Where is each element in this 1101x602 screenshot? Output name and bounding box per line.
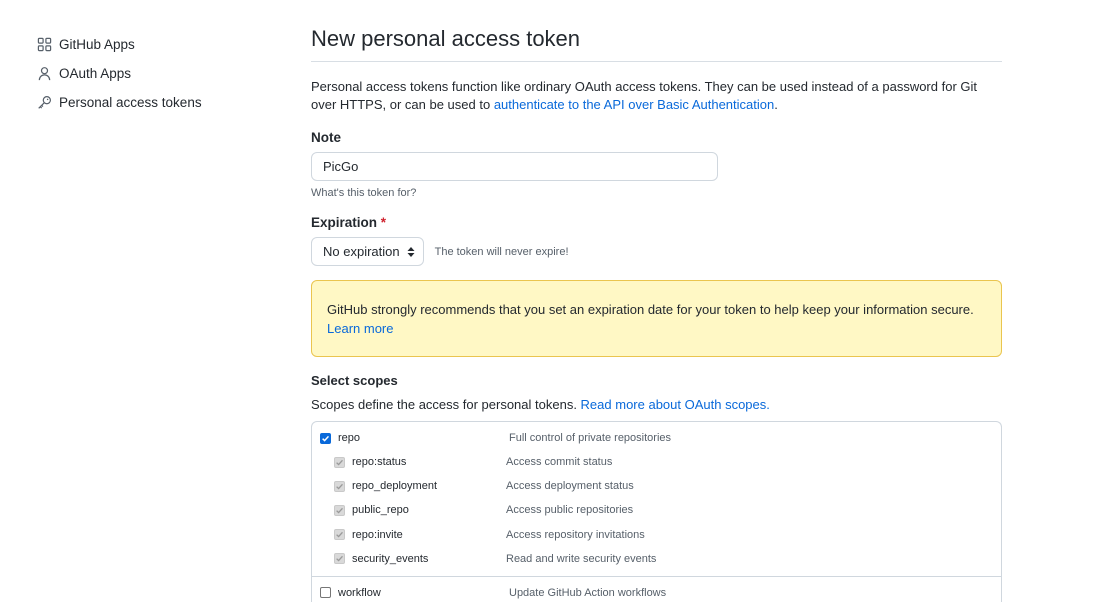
key-icon bbox=[36, 95, 52, 111]
scope-desc: Access repository invitations bbox=[506, 528, 645, 541]
scope-row-public-repo: public_repo Access public repositories bbox=[312, 498, 1001, 522]
scope-name: repo_deployment bbox=[352, 480, 438, 493]
expiration-warning-flash: GitHub strongly recommends that you set … bbox=[311, 280, 1002, 357]
scope-group-workflow: workflow Update GitHub Action workflows bbox=[312, 577, 1001, 602]
expiration-note: The token will never expire! bbox=[434, 245, 569, 258]
sidebar-item-label: Personal access tokens bbox=[59, 95, 202, 110]
scope-name: repo bbox=[338, 432, 361, 444]
scope-row-security-events: security_events Read and write security … bbox=[312, 547, 1001, 571]
expiration-select[interactable]: No expiration bbox=[311, 237, 424, 266]
scope-checkbox-workflow[interactable] bbox=[320, 587, 331, 599]
learn-more-link[interactable]: Learn more bbox=[327, 321, 393, 336]
scope-name: workflow bbox=[338, 586, 381, 599]
scope-desc: Access commit status bbox=[506, 456, 613, 469]
sidebar-item-personal-access-tokens[interactable]: Personal access tokens bbox=[36, 88, 256, 117]
required-mark: * bbox=[380, 215, 387, 230]
intro-end: . bbox=[774, 97, 778, 112]
expiration-label-text: Expiration bbox=[311, 215, 378, 230]
sidebar-item-label: GitHub Apps bbox=[59, 37, 135, 52]
apps-icon bbox=[36, 37, 52, 53]
scope-checkbox-repo-status[interactable] bbox=[334, 456, 345, 468]
basic-auth-link[interactable]: authenticate to the API over Basic Authe… bbox=[494, 97, 774, 112]
scope-checkbox-repo-invite[interactable] bbox=[334, 529, 345, 541]
scope-desc: Access deployment status bbox=[506, 480, 634, 493]
scope-desc: Access public repositories bbox=[506, 504, 634, 517]
oauth-scopes-link[interactable]: Read more about OAuth scopes. bbox=[581, 397, 770, 412]
scope-group-repo: repo Full control of private repositorie… bbox=[312, 422, 1001, 577]
scope-name: security_events bbox=[352, 552, 429, 565]
expiration-selected-value: No expiration bbox=[323, 244, 400, 259]
scope-name: repo:invite bbox=[352, 528, 403, 541]
scopes-list: repo Full control of private repositorie… bbox=[311, 421, 1002, 602]
note-label: Note bbox=[311, 130, 341, 145]
scope-checkbox-public-repo[interactable] bbox=[334, 504, 345, 516]
note-hint: What's this token for? bbox=[311, 187, 417, 199]
page: GitHub Apps OAuth Apps Personal access t… bbox=[0, 0, 1101, 602]
select-caret-icon bbox=[407, 246, 415, 257]
scope-checkbox-repo-deployment[interactable] bbox=[334, 480, 345, 492]
scope-row-repo-invite: repo:invite Access repository invitation… bbox=[312, 523, 1001, 547]
page-title: New personal access token bbox=[311, 26, 1002, 62]
scope-desc: Update GitHub Action workflows bbox=[509, 586, 667, 599]
scope-checkbox-repo[interactable] bbox=[320, 432, 331, 444]
expiration-label: Expiration * bbox=[311, 215, 1002, 230]
scope-checkbox-security-events[interactable] bbox=[334, 553, 345, 565]
scope-row-workflow: workflow Update GitHub Action workflows bbox=[312, 577, 1001, 602]
settings-sidebar: GitHub Apps OAuth Apps Personal access t… bbox=[36, 30, 256, 117]
scopes-desc-text: Scopes define the access for personal to… bbox=[311, 397, 581, 412]
note-input[interactable] bbox=[311, 152, 718, 181]
scope-row-repo: repo Full control of private repositorie… bbox=[312, 422, 1001, 450]
sidebar-item-oauth-apps[interactable]: OAuth Apps bbox=[36, 59, 256, 88]
scope-desc: Read and write security events bbox=[506, 552, 657, 565]
intro-paragraph: Personal access tokens function like ord… bbox=[311, 78, 1002, 114]
sidebar-item-label: OAuth Apps bbox=[59, 66, 132, 81]
scope-name: repo:status bbox=[352, 456, 407, 469]
main-content: New personal access token Personal acces… bbox=[311, 20, 1002, 602]
scopes-description: Scopes define the access for personal to… bbox=[311, 397, 1002, 412]
sidebar-item-github-apps[interactable]: GitHub Apps bbox=[36, 30, 256, 59]
scope-name: public_repo bbox=[352, 504, 409, 517]
scope-row-repo-status: repo:status Access commit status bbox=[312, 450, 1001, 474]
select-scopes-heading: Select scopes bbox=[311, 373, 398, 388]
expiration-row: No expiration The token will never expir… bbox=[311, 237, 1002, 266]
scope-row-repo-deployment: repo_deployment Access deployment status bbox=[312, 474, 1001, 498]
scope-desc: Full control of private repositories bbox=[509, 432, 672, 444]
person-icon bbox=[36, 66, 52, 82]
flash-text: GitHub strongly recommends that you set … bbox=[327, 302, 974, 317]
